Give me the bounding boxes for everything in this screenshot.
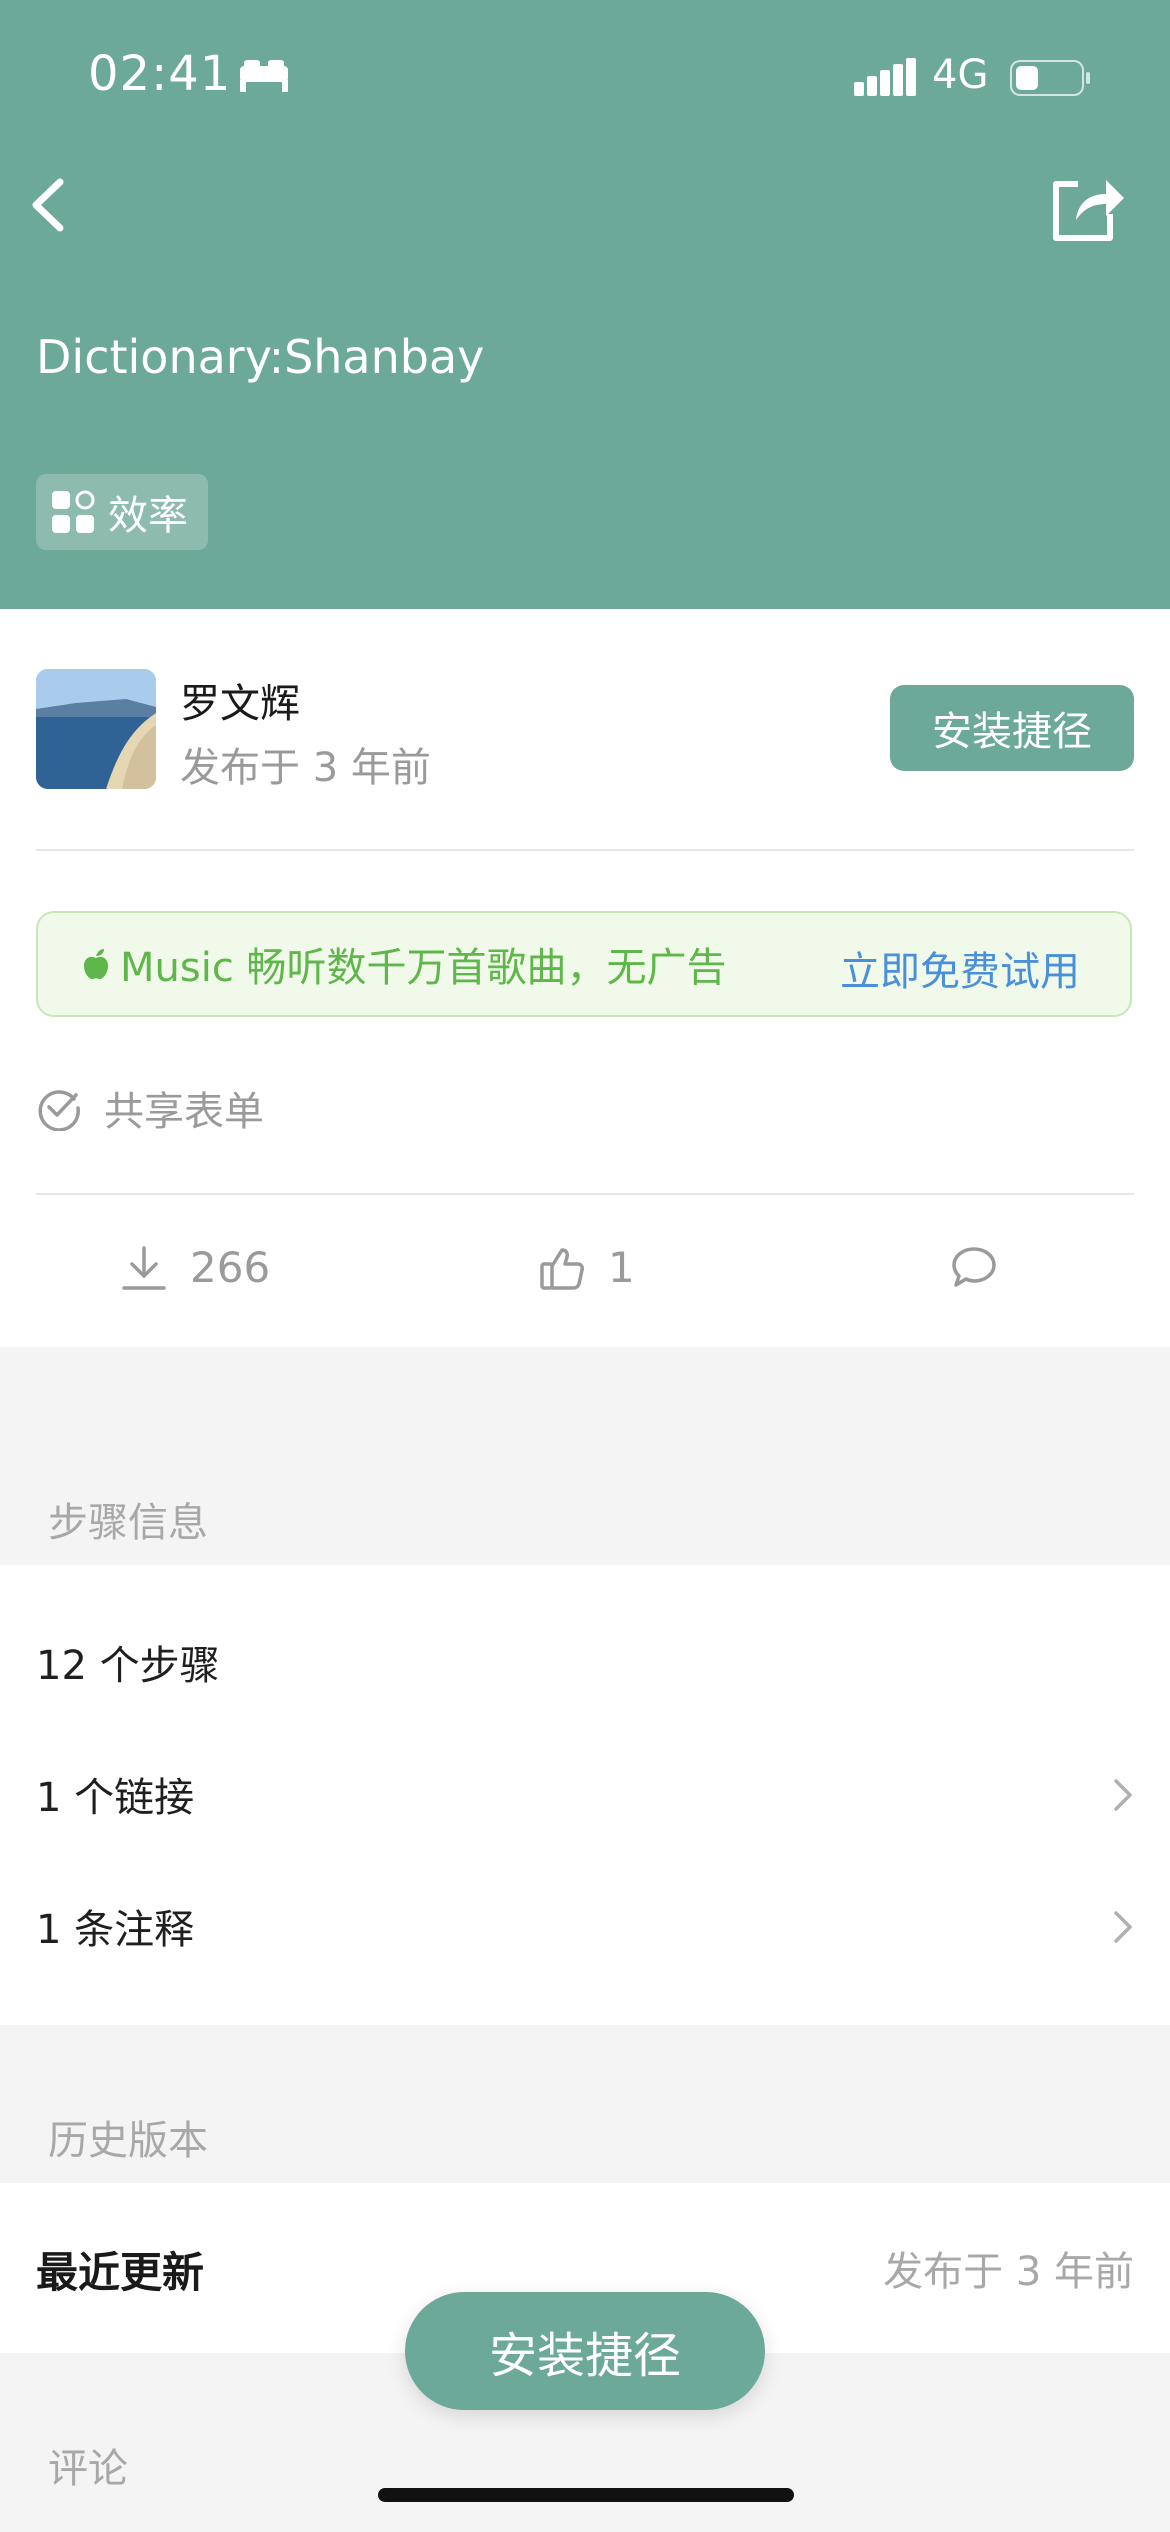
divider (36, 1193, 1134, 1195)
like-count-value: 1 (608, 1243, 635, 1292)
recent-update-value: 发布于 3 年前 (883, 2249, 1134, 2295)
header: 02:41 4G Dictionary:Shanbay 效率 (0, 0, 1170, 609)
comment-icon (952, 1247, 996, 1287)
divider (36, 849, 1134, 851)
steps-count-row: 12 个步骤 (36, 1617, 1134, 1707)
steps-section-title: 步骤信息 (48, 1500, 208, 1546)
battery-icon (1010, 60, 1090, 96)
chevron-right-icon (1114, 1779, 1132, 1811)
history-section-title: 历史版本 (48, 2118, 208, 2164)
promo-trial-link[interactable]: 立即免费试用 (840, 939, 1080, 997)
notes-row[interactable]: 1 条注释 (36, 1881, 1134, 1971)
author-name[interactable]: 罗文辉 (180, 671, 300, 729)
bed-icon (240, 60, 288, 92)
check-circle-icon (38, 1090, 80, 1131)
links-row[interactable]: 1 个链接 (36, 1749, 1134, 1839)
comments-section-title: 评论 (48, 2446, 128, 2492)
promo-text: Music 畅听数千万首歌曲，无广告 (120, 945, 727, 991)
like-button[interactable]: 1 (538, 1243, 635, 1292)
download-count[interactable]: 266 (120, 1243, 270, 1292)
category-grid-icon (52, 490, 95, 533)
status-time: 02:41 (88, 46, 232, 102)
shared-form: 共享表单 (36, 1079, 264, 1137)
install-shortcut-button[interactable]: 安装捷径 (890, 685, 1134, 771)
chevron-right-icon (1114, 1911, 1132, 1943)
steps-count-label: 12 个步骤 (36, 1643, 220, 1689)
floating-install-button[interactable]: 安装捷径 (405, 2292, 765, 2410)
home-indicator (378, 2488, 794, 2502)
network-label: 4G (932, 52, 989, 98)
apple-icon (84, 949, 108, 980)
publish-time: 发布于 3 年前 (180, 745, 431, 791)
comment-button[interactable] (950, 1243, 998, 1291)
page-title: Dictionary:Shanbay (36, 330, 485, 384)
recent-update-label: 最近更新 (36, 2248, 205, 2297)
thumbs-up-icon (540, 1247, 584, 1290)
signal-icon (854, 58, 916, 96)
category-label: 效率 (108, 493, 188, 539)
shortcut-card: 罗文辉 发布于 3 年前 安装捷径 Music 畅听数千万首歌曲，无广告 立即免… (0, 609, 1170, 1347)
shared-form-label: 共享表单 (104, 1089, 264, 1135)
category-chip[interactable]: 效率 (36, 474, 208, 550)
steps-panel: 12 个步骤 1 个链接 1 条注释 (0, 1565, 1170, 2025)
share-icon[interactable] (1048, 168, 1126, 244)
promo-banner[interactable]: Music 畅听数千万首歌曲，无广告 立即免费试用 (36, 911, 1132, 1017)
back-arrow-icon[interactable] (18, 170, 88, 240)
avatar[interactable] (36, 669, 156, 789)
download-icon (122, 1245, 166, 1290)
links-count-label: 1 个链接 (36, 1775, 195, 1821)
notes-count-label: 1 条注释 (36, 1907, 195, 1953)
download-count-value: 266 (190, 1243, 271, 1292)
